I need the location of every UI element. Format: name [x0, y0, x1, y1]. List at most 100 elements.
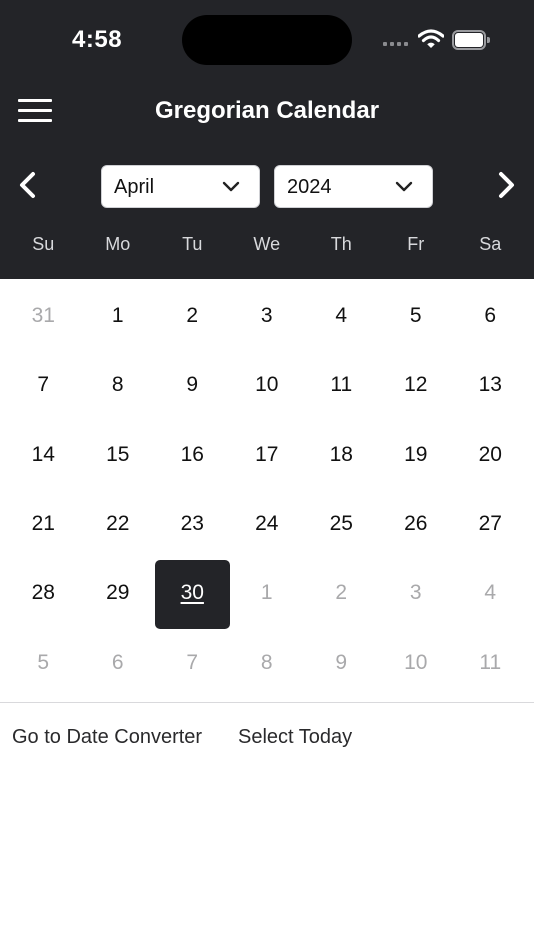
- day-cell[interactable]: 31: [6, 281, 81, 350]
- day-number: 4: [335, 304, 348, 327]
- day-number: 12: [404, 373, 428, 397]
- day-number: 15: [106, 442, 130, 466]
- day-cell-selected[interactable]: 30: [155, 558, 230, 630]
- weekday-label: We: [253, 234, 281, 254]
- day-cell[interactable]: 21: [6, 489, 81, 558]
- weekday-header: Su Mo Tu We Th Fr Sa: [6, 234, 528, 258]
- day-number: 10: [404, 650, 428, 674]
- day-cell[interactable]: 19: [379, 420, 454, 489]
- status-bar: 4:58: [0, 0, 534, 80]
- day-number: 23: [180, 511, 204, 535]
- day-number: 10: [255, 373, 279, 397]
- day-number: 1: [111, 304, 124, 327]
- day-cell[interactable]: 2: [155, 281, 230, 350]
- day-number: 21: [31, 511, 55, 535]
- day-number: 31: [31, 304, 55, 327]
- chevron-left-icon: [20, 172, 35, 198]
- day-cell[interactable]: 4: [453, 558, 528, 627]
- day-number: 8: [260, 650, 273, 674]
- day-cell[interactable]: 10: [379, 628, 454, 697]
- day-number: 1: [260, 581, 273, 605]
- weekday-label: Th: [330, 234, 352, 254]
- day-cell[interactable]: 20: [453, 420, 528, 489]
- day-cell[interactable]: 9: [304, 628, 379, 697]
- day-cell[interactable]: 17: [230, 420, 305, 489]
- dynamic-island: [182, 15, 352, 65]
- day-number: 6: [484, 304, 497, 327]
- chevron-right-icon: [499, 172, 514, 198]
- day-cell[interactable]: 7: [6, 350, 81, 419]
- day-cell[interactable]: 23: [155, 489, 230, 558]
- day-cell[interactable]: 26: [379, 489, 454, 558]
- day-number: 28: [31, 581, 55, 605]
- chevron-down-icon: [222, 181, 240, 192]
- day-number: 7: [37, 373, 50, 397]
- day-number: 4: [484, 581, 497, 605]
- day-cell[interactable]: 6: [81, 628, 156, 697]
- day-cell[interactable]: 14: [6, 420, 81, 489]
- day-cell[interactable]: 3: [230, 281, 305, 350]
- day-number: 3: [409, 581, 422, 605]
- day-cell[interactable]: 24: [230, 489, 305, 558]
- weekday-label: Tu: [182, 234, 203, 254]
- day-cell[interactable]: 18: [304, 420, 379, 489]
- weekday-label: Mo: [105, 234, 131, 254]
- day-cell[interactable]: 15: [81, 420, 156, 489]
- day-cell[interactable]: 29: [81, 558, 156, 627]
- day-number: 11: [330, 373, 353, 397]
- day-cell[interactable]: 1: [230, 558, 305, 627]
- day-cell[interactable]: 11: [304, 350, 379, 419]
- day-cell[interactable]: 16: [155, 420, 230, 489]
- day-cell[interactable]: 2: [304, 558, 379, 627]
- month-select[interactable]: April: [101, 165, 260, 208]
- day-cell[interactable]: 7: [155, 628, 230, 697]
- status-time: 4:58: [72, 26, 123, 53]
- day-cell[interactable]: 25: [304, 489, 379, 558]
- select-today-link[interactable]: Select Today: [238, 726, 352, 749]
- chevron-down-icon: [395, 181, 413, 192]
- day-number: 8: [111, 373, 124, 397]
- day-number: 11: [479, 650, 502, 674]
- day-cell[interactable]: 27: [453, 489, 528, 558]
- app-header: 4:58 Gregorian Calendar April 2024 Su Mo…: [0, 0, 534, 279]
- day-number: 26: [404, 511, 428, 535]
- day-cell[interactable]: 1: [81, 281, 156, 350]
- day-number: 7: [186, 650, 199, 674]
- day-cell[interactable]: 5: [6, 628, 81, 697]
- day-cell[interactable]: 9: [155, 350, 230, 419]
- day-number: 20: [478, 442, 502, 466]
- day-number: 13: [478, 373, 502, 397]
- year-select-value: 2024: [287, 176, 332, 198]
- day-cell[interactable]: 22: [81, 489, 156, 558]
- wifi-icon: [417, 28, 445, 50]
- day-cell[interactable]: 5: [379, 281, 454, 350]
- day-cell[interactable]: 10: [230, 350, 305, 419]
- year-select[interactable]: 2024: [274, 165, 433, 208]
- day-number: 14: [31, 442, 55, 466]
- day-cell[interactable]: 13: [453, 350, 528, 419]
- day-number: 9: [186, 373, 199, 397]
- day-number: 17: [255, 442, 279, 466]
- day-cell[interactable]: 4: [304, 281, 379, 350]
- battery-icon: [452, 30, 490, 50]
- day-cell[interactable]: 8: [81, 350, 156, 419]
- day-cell[interactable]: 11: [453, 628, 528, 697]
- day-number: 27: [478, 511, 502, 535]
- previous-month-button[interactable]: [14, 170, 42, 200]
- go-to-date-converter-link[interactable]: Go to Date Converter: [12, 726, 202, 749]
- day-cell[interactable]: 12: [379, 350, 454, 419]
- day-cell[interactable]: 3: [379, 558, 454, 627]
- day-cell[interactable]: 28: [6, 558, 81, 627]
- day-cell[interactable]: 8: [230, 628, 305, 697]
- day-number: 25: [329, 511, 353, 535]
- day-number: 18: [329, 442, 353, 466]
- weekday-label: Su: [32, 234, 55, 254]
- next-month-button[interactable]: [492, 170, 520, 200]
- divider: [0, 702, 534, 703]
- day-number: 24: [255, 511, 279, 535]
- day-number: 29: [106, 581, 130, 605]
- day-cell[interactable]: 6: [453, 281, 528, 350]
- day-number: 5: [409, 304, 422, 327]
- day-number: 22: [106, 511, 130, 535]
- page-title: Gregorian Calendar: [154, 97, 380, 124]
